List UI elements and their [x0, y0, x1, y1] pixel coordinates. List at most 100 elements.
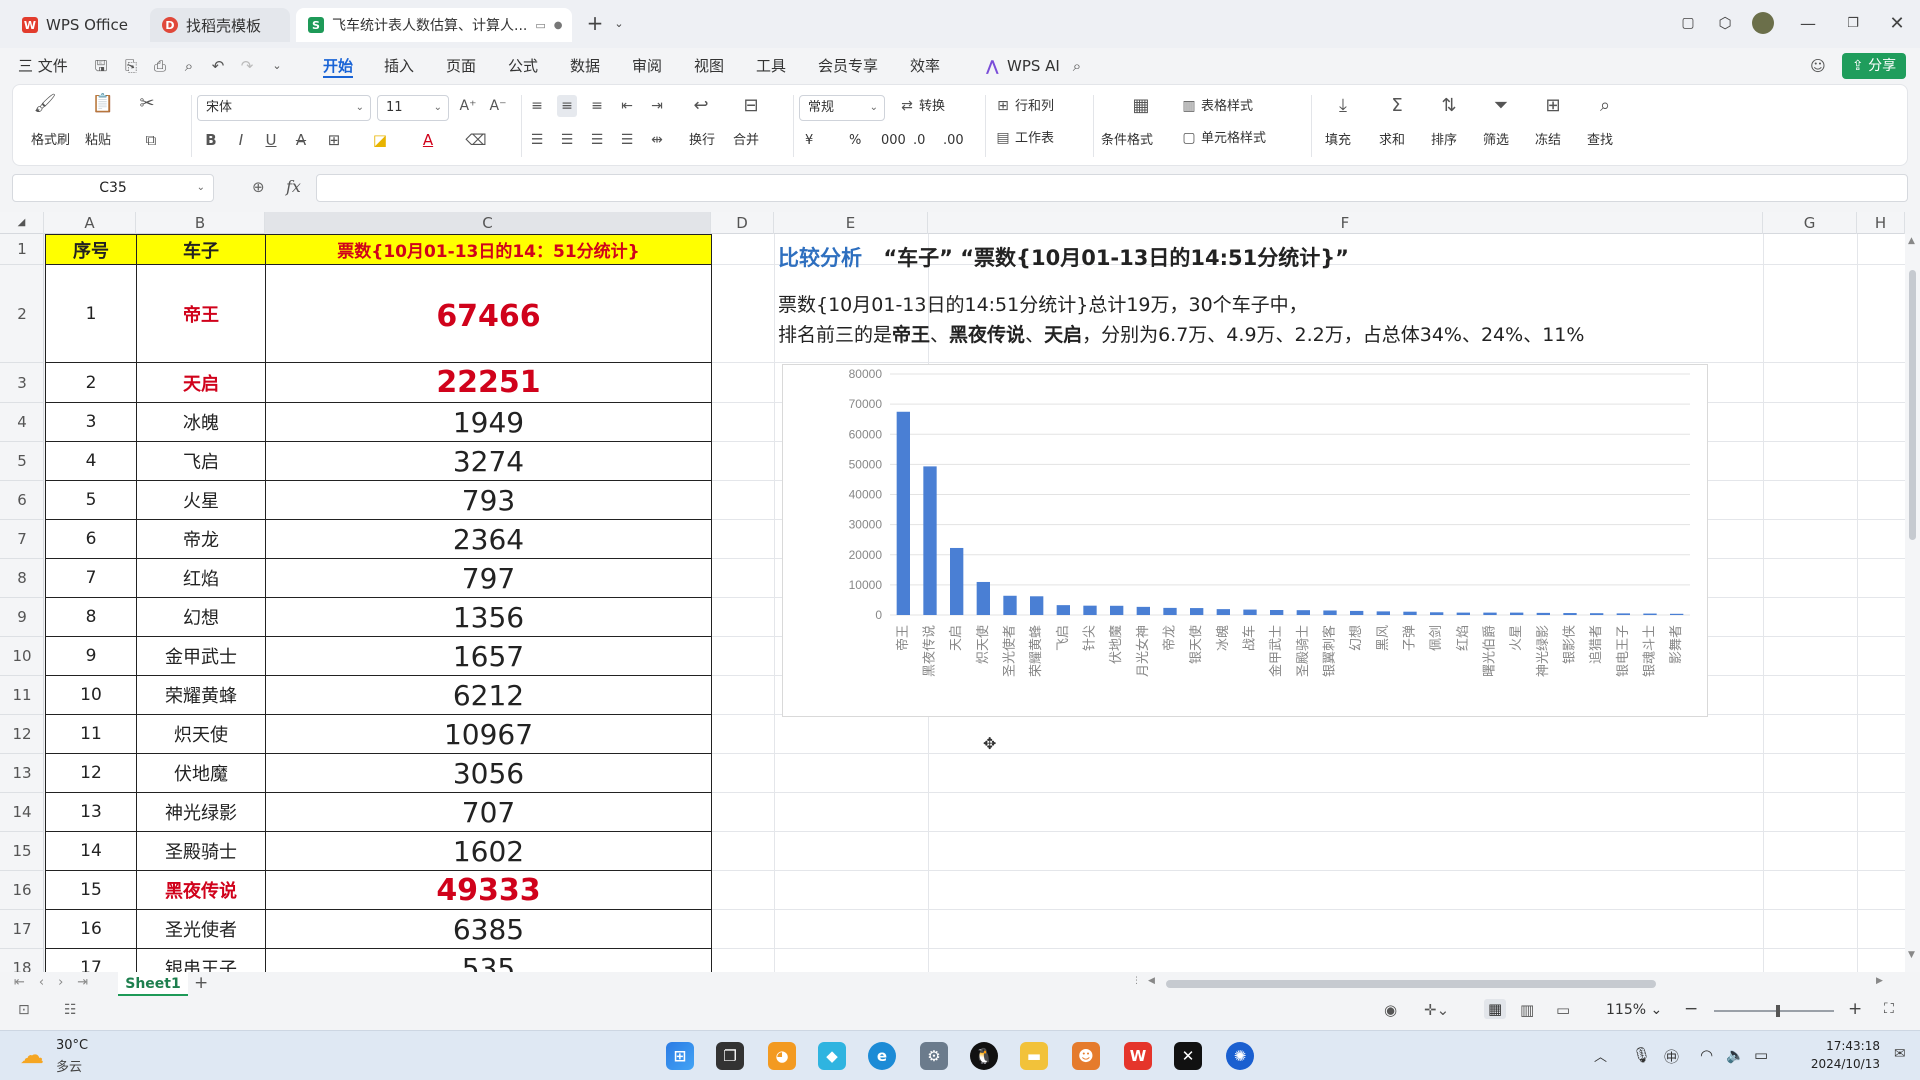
filter-icon[interactable]: ⏷	[1489, 95, 1513, 117]
cell-votes[interactable]: 2364	[266, 520, 712, 559]
chart-bar[interactable]	[1670, 613, 1684, 615]
cell-votes[interactable]: 1356	[266, 598, 712, 637]
reading-mode-icon[interactable]: ✛⌄	[1424, 1001, 1449, 1019]
justify-icon[interactable]: ☰	[617, 129, 637, 151]
weather-desc[interactable]: 多云	[56, 1056, 82, 1075]
edge-icon[interactable]: e	[868, 1042, 896, 1070]
game-app-icon[interactable]: ☻	[1072, 1042, 1100, 1070]
cell-no[interactable]: 16	[45, 910, 137, 949]
minimize-icon[interactable]: —	[1793, 10, 1823, 36]
wrap-label[interactable]: 换行	[689, 133, 715, 149]
app-circle-icon[interactable]: ✺	[1226, 1042, 1254, 1070]
notification-icon[interactable]: ✉	[1894, 1046, 1906, 1062]
indent-icon[interactable]: ⇥	[647, 95, 667, 117]
normal-view-icon[interactable]: ▦	[1484, 999, 1507, 1019]
settings-icon[interactable]: ⚙	[920, 1042, 948, 1070]
scroll-up-icon[interactable]: ▲	[1908, 236, 1915, 246]
font-size-select[interactable]: 11 ⌄	[377, 95, 449, 121]
cell-no[interactable]: 6	[45, 520, 137, 559]
header-cell-votes[interactable]: 票数{10月01-13日的14：51分统计}	[266, 234, 712, 265]
chart-bar[interactable]	[1216, 609, 1230, 615]
cell-no[interactable]: 14	[45, 832, 137, 871]
weather-icon[interactable]: ☁	[20, 1041, 44, 1069]
zoom-formula-icon[interactable]: ⊕	[252, 178, 265, 196]
row-header-5[interactable]: 5	[0, 442, 43, 481]
percent-icon[interactable]: %	[849, 133, 861, 149]
row-header-8[interactable]: 8	[0, 559, 43, 598]
chart-bar[interactable]	[1643, 613, 1657, 615]
row-header-11[interactable]: 11	[0, 676, 43, 715]
row-header-7[interactable]: 7	[0, 520, 43, 559]
row-header-13[interactable]: 13	[0, 754, 43, 793]
cell-no[interactable]: 1	[45, 265, 137, 363]
menu-review[interactable]: 审阅	[632, 54, 662, 78]
cell-no[interactable]: 9	[45, 637, 137, 676]
chart-bar[interactable]	[1403, 611, 1417, 615]
fill-label[interactable]: 填充	[1325, 133, 1351, 149]
cell-votes[interactable]: 67466	[266, 265, 712, 363]
fill-color-icon[interactable]: ◪	[369, 129, 391, 151]
sheet-grid[interactable]: 序号 车子 票数{10月01-13日的14：51分统计} 1 帝王 67466 2 天启 222…	[45, 234, 1905, 972]
page-layout-icon[interactable]: ▥	[1520, 1001, 1534, 1019]
convert-button[interactable]: 转换	[919, 99, 945, 115]
col-header-g[interactable]: G	[1763, 212, 1857, 234]
cond-format-label[interactable]: 条件格式	[1101, 133, 1153, 149]
cell-votes[interactable]: 535	[266, 949, 712, 972]
tab-active-sheet[interactable]: S 飞车统计表人数估算、计算人... ▭ ●	[296, 8, 572, 42]
cell-votes[interactable]: 707	[266, 793, 712, 832]
table-style-button[interactable]: 表格样式	[1201, 99, 1253, 115]
header-cell-car[interactable]: 车子	[137, 234, 266, 265]
chart-bar[interactable]	[923, 466, 937, 615]
chart-bar[interactable]	[1110, 605, 1124, 615]
paste-icon[interactable]: 📋	[91, 93, 115, 115]
save-icon[interactable]: 🖫	[92, 57, 110, 75]
col-header-c[interactable]: C	[265, 212, 711, 234]
cell-no[interactable]: 2	[45, 363, 137, 403]
chart-bar[interactable]	[1030, 596, 1044, 615]
clear-format-icon[interactable]: ⌫	[465, 129, 487, 151]
row-header-10[interactable]: 10	[0, 637, 43, 676]
ime-icon[interactable]: ㊥	[1664, 1046, 1679, 1067]
sort-icon[interactable]: ⇅	[1437, 95, 1461, 117]
capcut-icon[interactable]: ✕	[1174, 1042, 1202, 1070]
chart-bar[interactable]	[1323, 610, 1337, 615]
row-header-1[interactable]: 1	[0, 234, 43, 265]
cell-car[interactable]: 天启	[137, 363, 266, 403]
cell-style-icon[interactable]: ▢	[1179, 127, 1199, 149]
sheet-tab-sheet1[interactable]: Sheet1	[118, 972, 188, 996]
cell-no[interactable]: 8	[45, 598, 137, 637]
add-sheet-icon[interactable]: +	[194, 973, 208, 993]
font-grow-icon[interactable]: A⁺	[457, 95, 479, 117]
fill-icon[interactable]: ⤓	[1331, 95, 1355, 117]
cell-votes[interactable]: 22251	[266, 363, 712, 403]
wrap-icon[interactable]: ↩	[689, 95, 713, 117]
currency-icon[interactable]: ¥	[805, 133, 813, 149]
select-all-corner[interactable]: ◢	[0, 212, 44, 234]
qq-icon[interactable]: 🐧	[970, 1042, 998, 1070]
worksheet-icon[interactable]: ▤	[993, 127, 1013, 149]
find-label[interactable]: 查找	[1587, 133, 1613, 149]
cell-car[interactable]: 神光绿影	[137, 793, 266, 832]
tab-template[interactable]: D 找稻壳模板	[150, 8, 290, 42]
hscroll-divider-icon[interactable]: ⋮	[1132, 976, 1141, 986]
menu-tools[interactable]: 工具	[756, 54, 786, 78]
thousands-icon[interactable]: 000	[881, 133, 906, 149]
zoom-out-icon[interactable]: −	[1684, 999, 1698, 1019]
menu-view[interactable]: 视图	[694, 54, 724, 78]
clock-time[interactable]: 17:43:18	[1800, 1039, 1880, 1053]
cell-car[interactable]: 幻想	[137, 598, 266, 637]
chart-bar[interactable]	[1270, 610, 1284, 615]
cell-no[interactable]: 5	[45, 481, 137, 520]
chart-bar[interactable]	[1616, 613, 1630, 615]
blender-icon[interactable]: ◕	[768, 1042, 796, 1070]
menu-wps-ai[interactable]: WPS AI	[1007, 54, 1060, 78]
row-col-button[interactable]: 行和列	[1015, 99, 1054, 115]
comment-icon[interactable]: ☺	[1809, 57, 1827, 75]
col-header-e[interactable]: E	[774, 212, 928, 234]
cell-no[interactable]: 10	[45, 676, 137, 715]
cell-no[interactable]: 17	[45, 949, 137, 972]
page-break-icon[interactable]: ▭	[1556, 1001, 1570, 1019]
menu-insert[interactable]: 插入	[384, 54, 414, 78]
cell-no[interactable]: 3	[45, 403, 137, 442]
cell-votes[interactable]: 793	[266, 481, 712, 520]
